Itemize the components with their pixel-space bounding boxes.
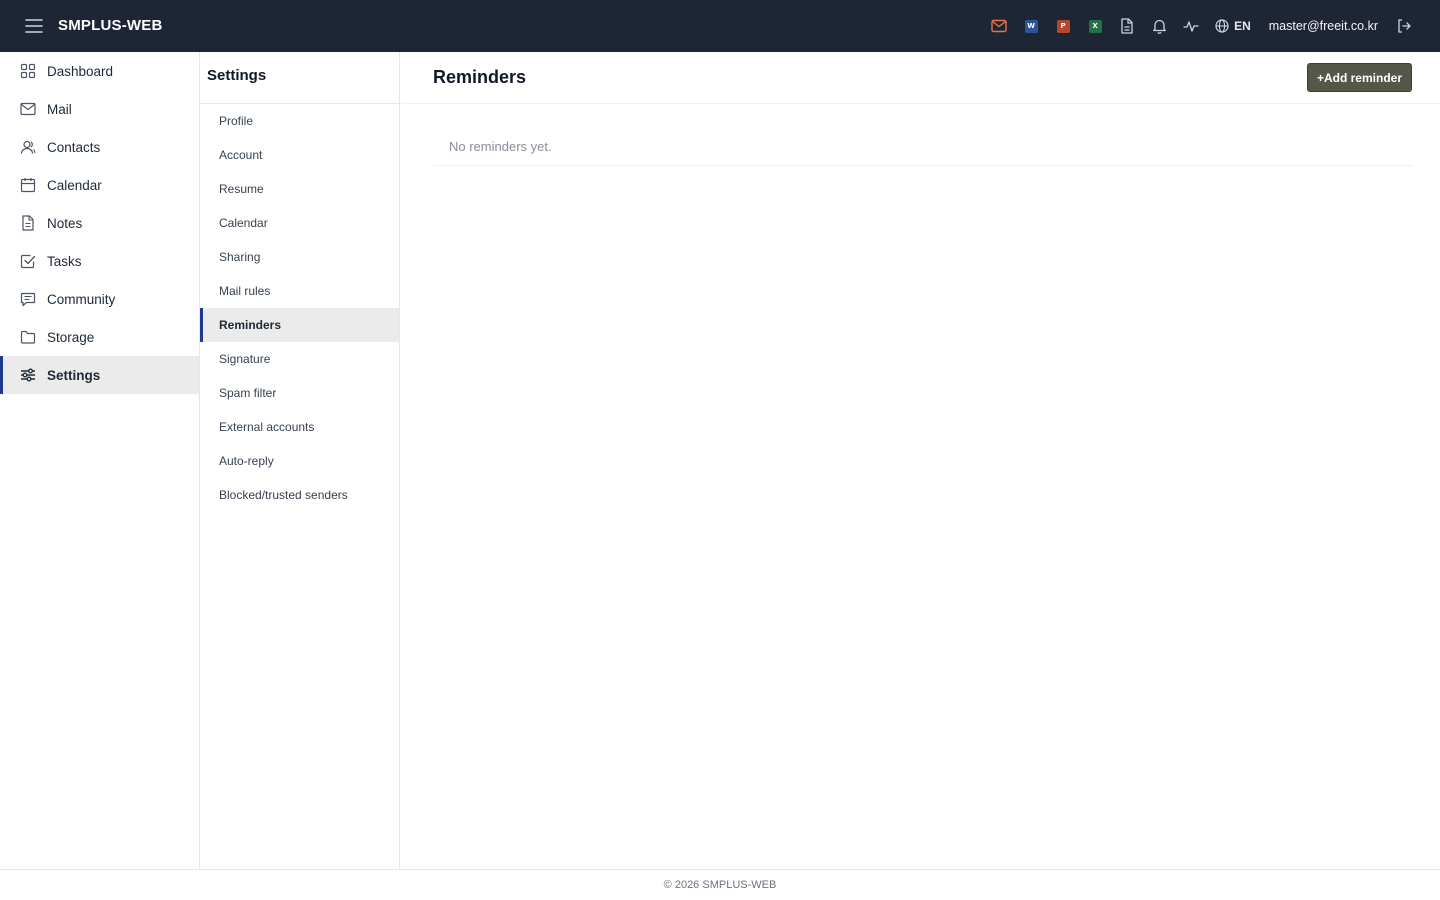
dashboard-icon: [20, 63, 36, 79]
language-label: EN: [1234, 19, 1251, 33]
subnav-title: Settings: [200, 52, 399, 104]
subnav-item-blocked-trusted-senders[interactable]: Blocked/trusted senders: [200, 478, 399, 512]
activity-pulse-icon[interactable]: [1175, 0, 1207, 52]
subnav-item-auto-reply[interactable]: Auto-reply: [200, 444, 399, 478]
settings-subnav: Settings Profile Account Resume Calendar…: [200, 52, 400, 869]
sidebar-item-contacts[interactable]: Contacts: [0, 128, 199, 166]
subnav-item-resume[interactable]: Resume: [200, 172, 399, 206]
main-sidebar: Dashboard Mail Contacts Calendar Notes T…: [0, 52, 200, 869]
subnav-item-reminders[interactable]: Reminders: [200, 308, 399, 342]
globe-icon: [1215, 19, 1229, 33]
mail-shortcut-icon[interactable]: [983, 0, 1015, 52]
subnav-item-sharing[interactable]: Sharing: [200, 240, 399, 274]
notes-icon: [20, 215, 36, 231]
sidebar-item-tasks[interactable]: Tasks: [0, 242, 199, 280]
sidebar-item-label: Calendar: [47, 177, 102, 193]
tasks-icon: [20, 253, 36, 269]
notification-bell-icon[interactable]: [1143, 0, 1175, 52]
sidebar-item-storage[interactable]: Storage: [0, 318, 199, 356]
page-title: Reminders: [433, 67, 527, 87]
sidebar-item-notes[interactable]: Notes: [0, 204, 199, 242]
contacts-icon: [20, 139, 36, 155]
app-brand[interactable]: SMPLUS-WEB: [58, 0, 163, 52]
settings-sliders-icon: [20, 367, 36, 383]
sidebar-item-label: Mail: [47, 101, 72, 117]
hamburger-menu-icon[interactable]: [24, 16, 44, 36]
subnav-item-profile[interactable]: Profile: [200, 104, 399, 138]
sidebar-item-community[interactable]: Community: [0, 280, 199, 318]
main-content: Reminders +Add reminder No reminders yet…: [401, 52, 1440, 869]
sidebar-item-dashboard[interactable]: Dashboard: [0, 52, 199, 90]
subnav-item-external-accounts[interactable]: External accounts: [200, 410, 399, 444]
excel-app-button[interactable]: X: [1079, 0, 1111, 52]
subnav-item-account[interactable]: Account: [200, 138, 399, 172]
subnav-item-spam-filter[interactable]: Spam filter: [200, 376, 399, 410]
sidebar-item-label: Storage: [47, 329, 95, 345]
powerpoint-icon: P: [1056, 19, 1070, 33]
user-email[interactable]: master@freeit.co.kr: [1269, 19, 1378, 33]
sidebar-item-label: Settings: [47, 367, 101, 383]
sidebar-item-settings[interactable]: Settings: [0, 356, 199, 394]
empty-state-message: No reminders yet.: [433, 128, 1413, 166]
folder-icon: [20, 329, 36, 345]
powerpoint-app-button[interactable]: P: [1047, 0, 1079, 52]
sidebar-item-label: Community: [47, 291, 116, 307]
mail-icon: [20, 101, 36, 117]
top-actions: W P X EN master@freeit.co.kr: [983, 0, 1414, 52]
word-app-button[interactable]: W: [1015, 0, 1047, 52]
word-icon: W: [1024, 19, 1038, 33]
excel-icon: X: [1088, 19, 1102, 33]
sidebar-item-label: Notes: [47, 215, 83, 231]
document-icon[interactable]: [1111, 0, 1143, 52]
footer: © 2026 SMPLUS-WEB: [0, 869, 1440, 900]
subnav-item-calendar[interactable]: Calendar: [200, 206, 399, 240]
calendar-icon: [20, 177, 36, 193]
subnav-item-mail-rules[interactable]: Mail rules: [200, 274, 399, 308]
subnav-item-signature[interactable]: Signature: [200, 342, 399, 376]
sidebar-item-label: Tasks: [47, 253, 82, 269]
sidebar-item-calendar[interactable]: Calendar: [0, 166, 199, 204]
logout-icon[interactable]: [1396, 17, 1414, 35]
community-icon: [20, 291, 36, 307]
sidebar-item-label: Contacts: [47, 139, 101, 155]
footer-copyright: © 2026 SMPLUS-WEB: [663, 879, 777, 891]
sidebar-item-mail[interactable]: Mail: [0, 90, 199, 128]
language-switcher[interactable]: EN: [1215, 19, 1251, 33]
main-header: Reminders +Add reminder: [401, 52, 1440, 104]
top-bar: SMPLUS-WEB W P X EN master@freeit.co.kr: [0, 0, 1440, 52]
sidebar-item-label: Dashboard: [47, 63, 114, 79]
add-reminder-button[interactable]: +Add reminder: [1306, 63, 1412, 92]
